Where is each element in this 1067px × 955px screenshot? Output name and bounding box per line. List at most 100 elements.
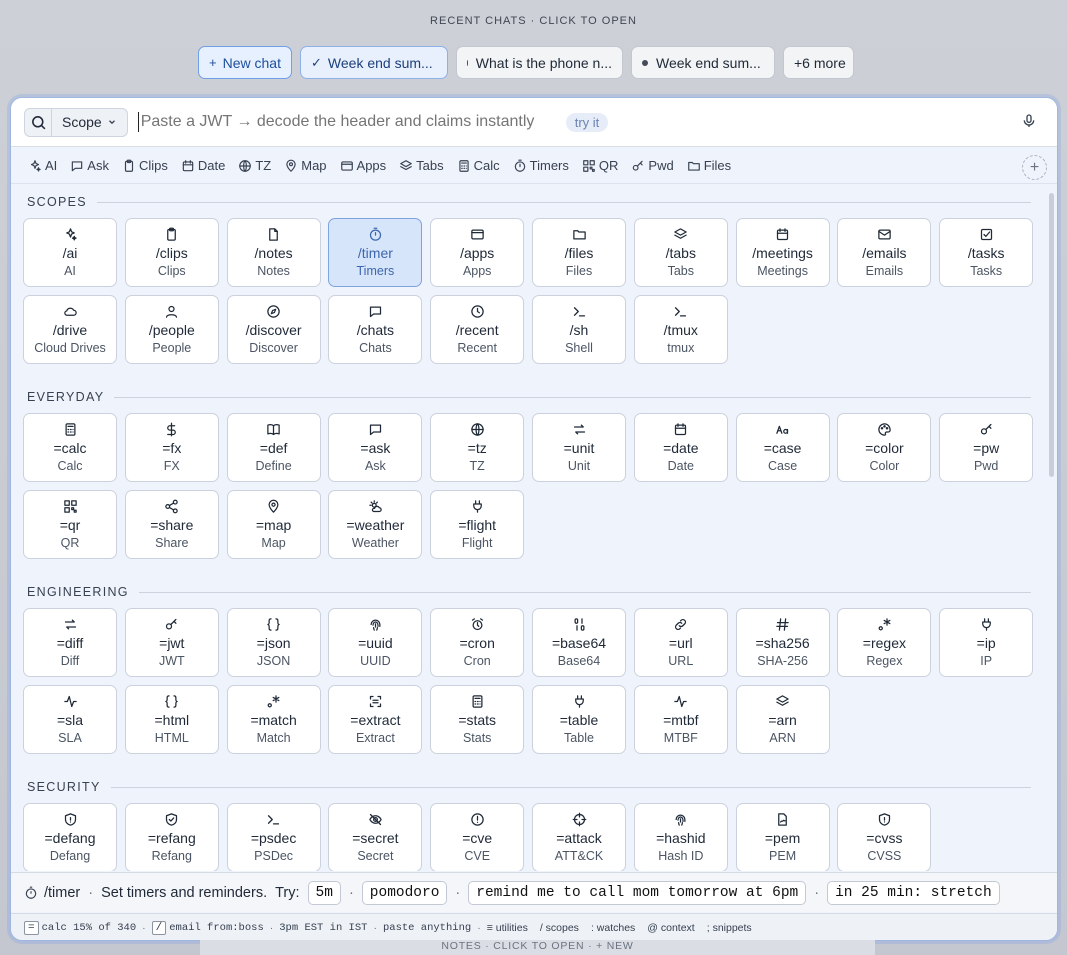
more-chats-button[interactable]: +6 more: [783, 46, 854, 79]
command-tile-def[interactable]: =def Define: [226, 413, 321, 482]
tile-command: /people: [148, 322, 195, 338]
command-tile-tasks[interactable]: /tasks Tasks: [939, 218, 1034, 287]
command-tile-mtbf[interactable]: =mtbf MTBF: [633, 685, 728, 754]
command-tile-sha256[interactable]: =sha256 SHA-256: [735, 608, 830, 677]
tile-label: HTML: [154, 731, 189, 745]
command-tile-uuid[interactable]: =uuid UUID: [328, 608, 423, 677]
tile-label: TZ: [469, 459, 485, 473]
quick-action-ai[interactable]: AI: [28, 158, 57, 173]
recent-chat-chip[interactable]: ✓ Week end sum...: [300, 46, 448, 79]
command-tile-tmux[interactable]: /tmux tmux: [633, 295, 728, 364]
command-tile-people[interactable]: /people People: [124, 295, 219, 364]
command-tile-weather[interactable]: =weather Weather: [328, 490, 423, 559]
command-tile-json[interactable]: =json JSON: [226, 608, 321, 677]
quick-action-pwd[interactable]: Pwd: [631, 158, 674, 173]
command-tile-date[interactable]: =date Date: [633, 413, 728, 482]
command-tile-arn[interactable]: =arn ARN: [735, 685, 830, 754]
quick-action-qr[interactable]: QR: [582, 158, 618, 173]
recent-chat-chip[interactable]: What is the phone n...: [456, 46, 623, 79]
plus-icon: +: [209, 55, 217, 70]
command-tile-sla[interactable]: =sla SLA: [23, 685, 117, 754]
tile-command: =arn: [768, 712, 797, 728]
command-tile-regex[interactable]: =regex Regex: [837, 608, 932, 677]
command-tile-unit[interactable]: =unit Unit: [532, 413, 626, 482]
command-tile-chats[interactable]: /chats Chats: [328, 295, 423, 364]
quick-action-ask[interactable]: Ask: [70, 158, 109, 173]
example-chip[interactable]: remind me to call mom tomorrow at 6pm: [468, 880, 807, 905]
command-tile-discover[interactable]: /discover Discover: [226, 295, 321, 364]
quick-action-calc[interactable]: Calc: [457, 158, 500, 173]
command-tile-clips[interactable]: /clips Clips: [124, 218, 219, 287]
command-tile-timer[interactable]: /timer Timers: [328, 218, 423, 287]
command-tile-emails[interactable]: /emails Emails: [837, 218, 932, 287]
command-tile-cvss[interactable]: =cvss CVSS: [837, 803, 932, 871]
command-tile-calc[interactable]: =calc Calc: [23, 413, 117, 482]
footer-tip: ; snippets: [706, 922, 752, 934]
notes-peek[interactable]: NOTES · CLICK TO OPEN · + NEW: [200, 940, 875, 955]
command-tile-color[interactable]: =color Color: [837, 413, 932, 482]
quick-action-files[interactable]: Files: [687, 158, 731, 173]
command-tile-stats[interactable]: =stats Stats: [430, 685, 525, 754]
example-chip[interactable]: 5m: [307, 880, 341, 905]
command-tile-defang[interactable]: =defang Defang: [23, 803, 117, 871]
command-tile-html[interactable]: =html HTML: [124, 685, 219, 754]
footer-tip: @ context: [647, 922, 695, 934]
quick-action-map[interactable]: Map: [284, 158, 327, 173]
command-tile-flight[interactable]: =flight Flight: [430, 490, 525, 559]
quick-action-clips[interactable]: Clips: [122, 158, 168, 173]
quick-action-tabs[interactable]: Tabs: [399, 158, 444, 173]
new-chat-button[interactable]: + New chat: [198, 46, 292, 79]
plug-icon: [981, 618, 991, 631]
recent-chats-bar: + New chat ✓ Week end sum... What is the pho…: [198, 46, 854, 79]
command-tile-psdec[interactable]: =psdec PSDec: [226, 803, 321, 871]
command-tile-ask[interactable]: =ask Ask: [328, 413, 423, 482]
search-input[interactable]: [140, 113, 556, 131]
tile-label: Share: [155, 536, 189, 550]
command-tile-cve[interactable]: =cve CVE: [430, 803, 525, 871]
command-tile-attack[interactable]: =attack ATT&CK: [532, 803, 626, 871]
example-chip[interactable]: pomodoro: [361, 880, 448, 905]
recent-chat-chip[interactable]: Week end sum...: [631, 46, 775, 79]
command-tile-jwt[interactable]: =jwt JWT: [124, 608, 219, 677]
command-tile-sh[interactable]: /sh Shell: [532, 295, 626, 364]
command-tile-pem[interactable]: =pem PEM: [735, 803, 830, 871]
scrollbar[interactable]: [1049, 193, 1054, 477]
command-tile-ip[interactable]: =ip IP: [939, 608, 1034, 677]
search-icon[interactable]: [25, 108, 52, 136]
try-it-button[interactable]: try it: [565, 112, 609, 132]
example-chip[interactable]: in 25 min: stretch: [827, 880, 1000, 905]
command-tile-qr[interactable]: =qr QR: [23, 490, 117, 559]
command-tile-cron[interactable]: =cron Cron: [430, 608, 525, 677]
quick-action-tz[interactable]: TZ: [238, 158, 271, 173]
command-tile-files[interactable]: /files Files: [532, 218, 626, 287]
add-shortcut-button[interactable]: +: [1022, 155, 1047, 180]
command-tile-case[interactable]: =case Case: [735, 413, 830, 482]
quick-action-date[interactable]: Date: [181, 158, 225, 173]
command-tile-apps[interactable]: /apps Apps: [430, 218, 525, 287]
command-tile-tabs[interactable]: /tabs Tabs: [633, 218, 728, 287]
command-tile-diff[interactable]: =diff Diff: [23, 608, 117, 677]
command-tile-recent[interactable]: /recent Recent: [430, 295, 525, 364]
quick-action-timers[interactable]: Timers: [513, 158, 569, 173]
command-tile-secret[interactable]: =secret Secret: [328, 803, 423, 871]
command-tile-match[interactable]: =match Match: [226, 685, 321, 754]
command-tile-refang[interactable]: =refang Refang: [124, 803, 219, 871]
command-tile-ai[interactable]: /ai AI: [23, 218, 117, 287]
command-tile-extract[interactable]: =extract Extract: [328, 685, 423, 754]
command-tile-table[interactable]: =table Table: [532, 685, 626, 754]
command-tile-map[interactable]: =map Map: [226, 490, 321, 559]
command-tile-share[interactable]: =share Share: [124, 490, 219, 559]
command-tile-drive[interactable]: /drive Cloud Drives: [23, 295, 117, 364]
microphone-icon[interactable]: [1021, 112, 1037, 130]
command-tile-base64[interactable]: =base64 Base64: [532, 608, 626, 677]
command-tile-url[interactable]: =url URL: [633, 608, 728, 677]
scope-button[interactable]: Scope: [52, 114, 127, 130]
quick-action-apps[interactable]: Apps: [340, 158, 386, 173]
section-divider: [27, 202, 1031, 203]
command-tile-hashid[interactable]: =hashid Hash ID: [633, 803, 728, 871]
command-tile-notes[interactable]: /notes Notes: [226, 218, 321, 287]
command-tile-meetings[interactable]: /meetings Meetings: [735, 218, 830, 287]
command-tile-fx[interactable]: =fx FX: [124, 413, 219, 482]
command-tile-pw[interactable]: =pw Pwd: [939, 413, 1034, 482]
command-tile-tz[interactable]: =tz TZ: [430, 413, 525, 482]
